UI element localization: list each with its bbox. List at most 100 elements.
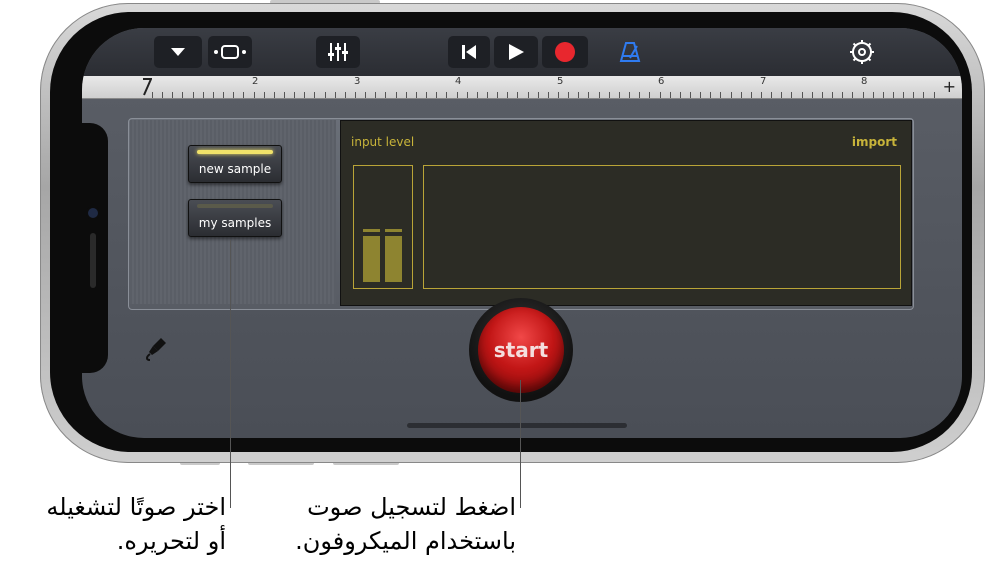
caption-start-line2: باستخدام الميكروفون.	[295, 527, 516, 555]
ruler-tick	[253, 92, 255, 98]
ruler-tick	[405, 92, 407, 98]
phone-notch	[82, 123, 108, 373]
ruler-tick	[314, 92, 316, 98]
timeline-ruler[interactable]: 2 3 4 5 6 7 8 +	[82, 76, 962, 99]
new-sample-button[interactable]: new sample	[188, 145, 282, 183]
ruler-tick	[811, 92, 813, 98]
phone-frame: 2 3 4 5 6 7 8 + new sample my samples in…	[40, 3, 985, 463]
ruler-tick	[446, 92, 448, 98]
level-peak-right	[385, 229, 402, 232]
audio-jack-icon	[146, 338, 166, 361]
ruler-tick	[547, 92, 549, 98]
import-button[interactable]: import	[852, 135, 897, 149]
ruler-tick	[679, 92, 681, 98]
ruler-tick	[476, 92, 478, 98]
ruler-label-4: 4	[455, 76, 462, 87]
playhead-icon[interactable]	[142, 78, 152, 96]
ruler-tick	[730, 92, 732, 98]
my-samples-label: my samples	[198, 216, 272, 230]
settings-button[interactable]	[842, 36, 882, 68]
ruler-tick	[740, 92, 742, 98]
ruler-tick	[629, 92, 631, 98]
sample-display: input level import	[340, 120, 912, 306]
play-icon	[509, 44, 524, 60]
ruler-tick	[618, 92, 620, 98]
ruler-tick	[882, 92, 884, 98]
go-to-beginning-button[interactable]	[448, 36, 490, 68]
ruler-tick	[294, 92, 296, 98]
start-record-button[interactable]: start	[469, 298, 573, 402]
input-settings-button[interactable]	[144, 336, 168, 368]
ruler-tick	[426, 92, 428, 98]
caption-samples-line1: اختر صوتًا لتشغيله	[46, 493, 226, 521]
ruler-tick	[913, 92, 915, 98]
ruler-tick	[639, 92, 641, 98]
ruler-tick	[212, 92, 214, 98]
ruler-tick	[892, 92, 894, 98]
control-bar	[82, 28, 962, 76]
browser-menu-button[interactable]	[154, 36, 202, 68]
ruler-tick	[923, 92, 925, 98]
ruler-tick	[324, 92, 326, 98]
ruler-label-5: 5	[557, 76, 564, 87]
mixer-button[interactable]	[316, 36, 360, 68]
ruler-tick	[517, 92, 519, 98]
ruler-tick	[182, 92, 184, 98]
mixer-icon	[328, 43, 348, 61]
ruler-tick	[537, 92, 539, 98]
ruler-label-3: 3	[354, 76, 361, 87]
callout-line-samples	[230, 240, 231, 508]
record-button[interactable]	[542, 36, 588, 68]
ruler-label-2: 2	[252, 76, 259, 87]
input-level-label: input level	[351, 135, 415, 149]
app-screen: 2 3 4 5 6 7 8 + new sample my samples in…	[82, 28, 962, 438]
ruler-tick	[436, 92, 438, 98]
waveform-area[interactable]	[423, 165, 901, 289]
ruler-tick	[375, 92, 377, 98]
settings-icon	[850, 40, 874, 64]
ruler-tick	[598, 92, 600, 98]
ruler-tick	[486, 92, 488, 98]
ruler-tick	[750, 92, 752, 98]
ruler-label-6: 6	[658, 76, 665, 87]
ruler-tick	[527, 92, 529, 98]
ruler-tick	[933, 92, 935, 98]
ruler-tick	[273, 92, 275, 98]
ruler-tick	[720, 92, 722, 98]
front-camera	[88, 208, 98, 218]
add-section-button[interactable]: +	[943, 77, 956, 96]
my-samples-led	[197, 204, 273, 208]
play-button[interactable]	[494, 36, 538, 68]
ruler-tick	[334, 92, 336, 98]
input-level-meter	[353, 165, 413, 289]
my-samples-button[interactable]: my samples	[188, 199, 282, 237]
ruler-tick	[283, 92, 285, 98]
metronome-icon	[619, 42, 641, 62]
ruler-tick	[304, 92, 306, 98]
start-label: start	[493, 338, 549, 362]
ruler-tick	[558, 92, 559, 98]
ruler-tick	[710, 92, 712, 98]
metronome-button[interactable]	[610, 36, 650, 68]
home-indicator	[407, 423, 627, 428]
ruler-tick	[852, 92, 854, 98]
level-peak-left	[363, 229, 380, 232]
caption-samples-line2: أو لتحريره.	[116, 527, 226, 555]
ruler-tick	[608, 92, 610, 98]
tracks-view-button[interactable]	[208, 36, 252, 68]
ruler-tick	[862, 92, 864, 98]
ruler-label-7: 7	[760, 76, 767, 87]
level-bar-right	[385, 236, 402, 282]
ruler-tick	[466, 92, 468, 98]
ruler-tick	[832, 92, 834, 98]
ruler-tick	[659, 92, 661, 98]
ruler-tick	[263, 92, 265, 98]
ruler-tick	[192, 92, 194, 98]
ruler-tick	[903, 92, 905, 98]
new-sample-led	[197, 150, 273, 154]
ruler-tick	[578, 92, 580, 98]
ruler-tick	[243, 92, 245, 98]
ruler-tick	[456, 92, 458, 98]
ruler-tick	[365, 92, 367, 98]
ruler-tick	[395, 92, 397, 98]
